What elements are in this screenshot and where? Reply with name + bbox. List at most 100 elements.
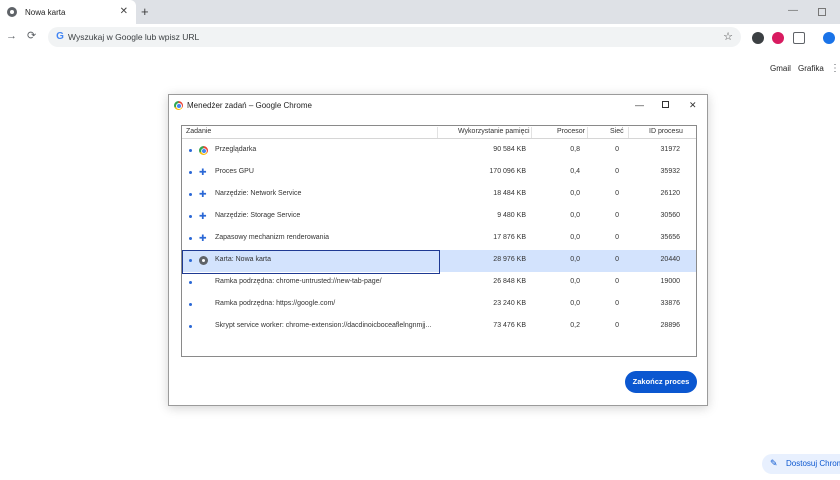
customize-chrome-label: Dostosuj Chrome: [786, 459, 840, 468]
omnibox-placeholder[interactable]: Wyszukaj w Google lub wpisz URL: [68, 32, 199, 42]
process-table: Zadanie Wykorzystanie pamięci Procesor S…: [181, 125, 697, 357]
cpu-cell: 0,0: [570, 212, 580, 219]
new-tab-button[interactable]: +: [141, 4, 149, 20]
network-cell: 0: [615, 256, 619, 263]
table-row[interactable]: ✚ Zapasowy mechanizm renderowania 17 876 K…: [182, 228, 696, 250]
profile-avatar-icon[interactable]: [823, 32, 835, 44]
maximize-icon[interactable]: [662, 101, 669, 108]
column-divider: [437, 127, 438, 138]
task-manager-titlebar[interactable]: Menedżer zadań – Google Chrome — ✕: [169, 95, 707, 117]
cpu-cell: 0,0: [570, 190, 580, 197]
task-name: Narzędzie: Network Service: [215, 190, 302, 197]
tab-title: Nowa karta: [25, 7, 66, 17]
chrome-logo-icon: [174, 101, 183, 110]
browser-toolbar: → ⟳ G Wyszukaj w Google lub wpisz URL ☆: [0, 24, 840, 50]
tab-close-icon[interactable]: ✕: [120, 5, 128, 19]
cpu-cell: 0,0: [570, 300, 580, 307]
column-divider: [531, 127, 532, 138]
gmail-link[interactable]: Gmail: [770, 64, 791, 73]
network-cell: 0: [615, 300, 619, 307]
pid-cell: 30560: [660, 212, 680, 219]
extension-icon[interactable]: [752, 32, 764, 44]
cpu-cell: 0,0: [570, 256, 580, 263]
network-cell: 0: [615, 322, 619, 329]
table-header: Zadanie Wykorzystanie pamięci Procesor S…: [182, 126, 696, 139]
images-link[interactable]: Grafika: [798, 64, 824, 73]
task-name: Ramka podrzędna: chrome-untrusted://new-…: [215, 278, 382, 285]
table-row[interactable]: Karta: Nowa karta 28 976 KB 0,0 0 20440: [182, 250, 696, 274]
google-g-icon: G: [56, 31, 64, 42]
minimize-icon[interactable]: —: [635, 99, 644, 111]
maximize-window-button[interactable]: [818, 8, 826, 16]
column-header-memory[interactable]: Wykorzystanie pamięci: [458, 128, 530, 135]
extensions-puzzle-icon[interactable]: [793, 32, 805, 44]
memory-cell: 28 976 KB: [493, 256, 526, 263]
pid-cell: 33876: [660, 300, 680, 307]
column-header-task[interactable]: Zadanie: [186, 128, 211, 135]
task-name: Narzędzie: Storage Service: [215, 212, 301, 219]
column-header-network[interactable]: Sieć: [610, 128, 624, 135]
memory-cell: 9 480 KB: [497, 212, 526, 219]
pid-cell: 28896: [660, 322, 680, 329]
task-name: Skrypt service worker: chrome-extension:…: [215, 322, 432, 329]
table-row[interactable]: Przeglądarka 90 584 KB 0,8 0 31972: [182, 140, 696, 162]
memory-cell: 73 476 KB: [493, 322, 526, 329]
table-row[interactable]: Skrypt service worker: chrome-extension:…: [182, 316, 696, 338]
memory-cell: 170 096 KB: [489, 168, 526, 175]
network-cell: 0: [615, 278, 619, 285]
cpu-cell: 0,4: [570, 168, 580, 175]
puzzle-icon: ✚: [199, 233, 207, 243]
pid-cell: 26120: [660, 190, 680, 197]
bullet-icon: [189, 215, 192, 218]
column-divider: [628, 127, 629, 138]
pid-cell: 20440: [660, 256, 680, 263]
bullet-icon: [189, 259, 192, 262]
task-name: Karta: Nowa karta: [215, 256, 272, 263]
memory-cell: 18 484 KB: [493, 190, 526, 197]
tab-new-tab[interactable]: Nowa karta ✕: [0, 0, 136, 24]
memory-cell: 26 848 KB: [493, 278, 526, 285]
column-divider: [587, 127, 588, 138]
table-row[interactable]: ✚ Narzędzie: Network Service 18 484 KB 0,0 0…: [182, 184, 696, 206]
bullet-icon: [189, 281, 192, 284]
pencil-icon: ✎: [770, 458, 778, 468]
chrome-icon: [199, 146, 208, 155]
cpu-cell: 0,0: [570, 234, 580, 241]
pid-cell: 31972: [660, 146, 680, 153]
memory-cell: 90 584 KB: [493, 146, 526, 153]
forward-icon[interactable]: →: [6, 29, 17, 43]
cpu-cell: 0,8: [570, 146, 580, 153]
bullet-icon: [189, 149, 192, 152]
page-icon: [199, 256, 208, 265]
minimize-window-button[interactable]: —: [788, 5, 798, 16]
column-header-pid[interactable]: ID procesu: [649, 128, 683, 135]
table-row[interactable]: ✚ Narzędzie: Storage Service 9 480 KB 0,0 0 3…: [182, 206, 696, 228]
new-tab-favicon-icon: [7, 7, 17, 17]
memory-cell: 23 240 KB: [493, 300, 526, 307]
extension-record-icon[interactable]: [772, 32, 784, 44]
table-row[interactable]: ✚ Proces GPU 170 096 KB 0,4 0 35932: [182, 162, 696, 184]
close-icon[interactable]: ✕: [689, 99, 697, 111]
task-name: Proces GPU: [215, 168, 254, 175]
task-name: Zapasowy mechanizm renderowania: [215, 234, 329, 241]
reload-icon[interactable]: ⟳: [27, 29, 36, 43]
omnibox[interactable]: G Wyszukaj w Google lub wpisz URL ☆: [48, 27, 741, 47]
puzzle-icon: ✚: [199, 167, 207, 177]
puzzle-icon: ✚: [199, 189, 207, 199]
memory-cell: 17 876 KB: [493, 234, 526, 241]
tab-strip: Nowa karta ✕ + —: [0, 0, 840, 24]
table-row[interactable]: Ramka podrzędna: chrome-untrusted://new-…: [182, 272, 696, 294]
cpu-cell: 0,0: [570, 278, 580, 285]
bookmark-star-icon[interactable]: ☆: [723, 30, 733, 43]
network-cell: 0: [615, 146, 619, 153]
task-manager-window: Menedżer zadań – Google Chrome — ✕ Zadan…: [168, 94, 708, 406]
network-cell: 0: [615, 234, 619, 241]
pid-cell: 35656: [660, 234, 680, 241]
google-apps-icon[interactable]: ⋮⋮: [830, 63, 840, 74]
column-header-cpu[interactable]: Procesor: [557, 128, 585, 135]
bullet-icon: [189, 325, 192, 328]
table-row[interactable]: Ramka podrzędna: https://google.com/23 2…: [182, 294, 696, 316]
customize-chrome-button[interactable]: ✎ Dostosuj Chrome: [762, 454, 840, 474]
end-process-button[interactable]: Zakończ proces: [625, 371, 697, 393]
task-name: Przeglądarka: [215, 146, 257, 153]
